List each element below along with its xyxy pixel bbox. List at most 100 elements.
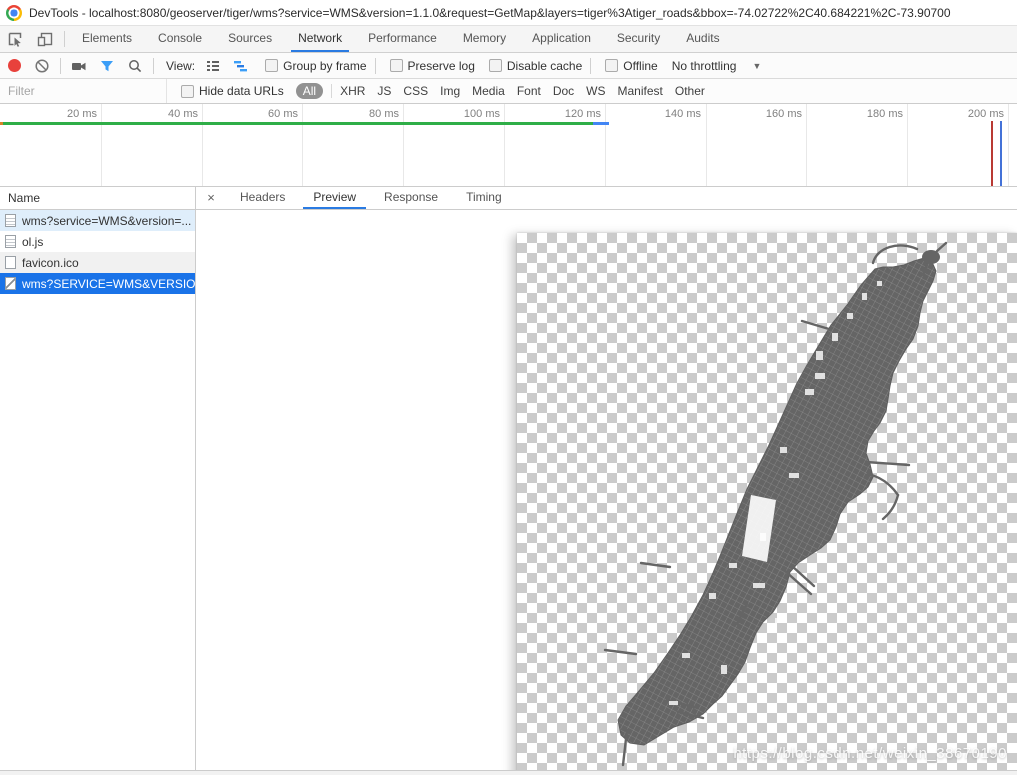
record-button[interactable] [0,53,28,78]
clear-button[interactable] [28,53,56,78]
chevron-down-icon[interactable]: ▼ [752,61,761,71]
document-icon [5,235,16,248]
tab-network[interactable]: Network [285,26,355,52]
image-preview [517,233,1017,770]
tab-memory[interactable]: Memory [450,26,519,52]
filter-input[interactable] [0,81,166,101]
request-row-selected[interactable]: wms?SERVICE=WMS&VERSIO... [0,273,195,294]
request-row[interactable]: favicon.ico [0,252,195,273]
timeline-gridline [706,104,707,186]
group-by-frame-checkbox[interactable] [265,59,278,72]
timeline-gridline [806,104,807,186]
tab-elements[interactable]: Elements [69,26,145,52]
offline-checkbox[interactable] [605,59,618,72]
timeline-gridline [1008,104,1009,186]
timeline-tick: 40 ms [168,108,198,120]
clear-icon [34,58,50,74]
timeline-tick: 20 ms [67,108,97,120]
timeline-gridline [504,104,505,186]
domcontentloaded-marker [991,121,993,186]
separator [60,58,61,74]
filter-type-other[interactable]: Other [669,84,711,98]
tab-preview[interactable]: Preview [299,187,370,209]
filter-type-img[interactable]: Img [434,84,466,98]
device-toolbar-icon [37,31,53,47]
timeline-tick: 200 ms [968,108,1004,120]
search-icon [127,58,143,74]
use-large-rows-button[interactable] [199,53,227,78]
separator [590,58,591,74]
separator [166,79,167,103]
timeline-tick: 120 ms [565,108,601,120]
disable-cache-checkbox[interactable] [489,59,502,72]
filter-type-css[interactable]: CSS [397,84,434,98]
filter-type-ws[interactable]: WS [580,84,611,98]
tab-headers[interactable]: Headers [226,187,299,209]
timeline-tick: 100 ms [464,108,500,120]
filter-type-doc[interactable]: Doc [547,84,580,98]
show-overview-button[interactable] [227,53,255,78]
list-view-icon [205,58,221,74]
close-icon[interactable]: × [196,187,226,209]
name-column-header[interactable]: Name [0,187,195,210]
group-by-frame-label: Group by frame [283,59,366,73]
tab-sources[interactable]: Sources [215,26,285,52]
filter-toggle-button[interactable] [93,53,121,78]
waterfall-icon [233,58,249,74]
filter-type-xhr[interactable]: XHR [334,84,371,98]
tab-console[interactable]: Console [145,26,215,52]
window-title: DevTools - localhost:8080/geoserver/tige… [29,6,951,20]
timeline-gridline [403,104,404,186]
request-name: wms?SERVICE=WMS&VERSIO... [22,277,195,291]
filter-type-all[interactable]: All [296,83,323,99]
timeline-tick: 180 ms [867,108,903,120]
window-titlebar: DevTools - localhost:8080/geoserver/tige… [0,0,1017,26]
filter-type-manifest[interactable]: Manifest [612,84,669,98]
preserve-log-label: Preserve log [408,59,475,73]
tab-response[interactable]: Response [370,187,452,209]
camera-icon [71,58,87,74]
image-icon [5,277,16,290]
chrome-logo-icon [6,5,22,21]
inspect-element-button[interactable] [0,26,30,52]
filter-type-js[interactable]: JS [371,84,397,98]
request-name: favicon.ico [22,256,79,270]
file-icon [5,256,16,269]
network-filter-bar: Hide data URLs All XHR JS CSS Img Media … [0,79,1017,104]
request-row[interactable]: ol.js [0,231,195,252]
funnel-icon [99,58,115,74]
preserve-log-checkbox[interactable] [390,59,403,72]
tab-application[interactable]: Application [519,26,604,52]
timeline-tick: 60 ms [268,108,298,120]
timeline-tick: 140 ms [665,108,701,120]
search-button[interactable] [121,53,149,78]
devtools-window: DevTools - localhost:8080/geoserver/tige… [0,0,1017,775]
throttling-dropdown[interactable]: No throttling [672,59,737,73]
preview-content [196,210,1017,770]
tab-timing[interactable]: Timing [452,187,516,209]
tab-audits[interactable]: Audits [673,26,732,52]
filter-type-font[interactable]: Font [511,84,547,98]
tab-performance[interactable]: Performance [355,26,450,52]
tab-security[interactable]: Security [604,26,673,52]
devtools-tabbar: Elements Console Sources Network Perform… [0,26,1017,53]
document-icon [5,214,16,227]
request-row[interactable]: wms?service=WMS&version=... [0,210,195,231]
request-list-panel: Name wms?service=WMS&version=... ol.js f… [0,187,196,770]
timeline-gridline [202,104,203,186]
disable-cache-label: Disable cache [507,59,582,73]
network-overview-timeline[interactable]: 20 ms 40 ms 60 ms 80 ms 100 ms 120 ms 14… [0,104,1017,187]
screenshot-button[interactable] [65,53,93,78]
filter-type-media[interactable]: Media [466,84,511,98]
timeline-gridline [101,104,102,186]
load-event-marker [1000,121,1002,186]
timeline-tick: 80 ms [369,108,399,120]
map-preview-image [517,233,1017,770]
detail-tabbar: × Headers Preview Response Timing [196,187,1017,210]
offline-label: Offline [623,59,657,73]
device-toolbar-button[interactable] [30,26,60,52]
overview-network-bar-tail [593,122,609,125]
inspect-cursor-icon [7,31,23,47]
hide-data-urls-checkbox[interactable] [181,85,194,98]
overview-network-bar [3,122,593,125]
